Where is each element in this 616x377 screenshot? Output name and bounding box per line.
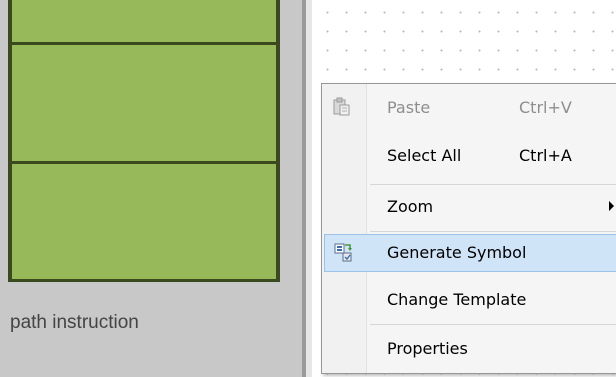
menu-item-label: Zoom bbox=[387, 197, 434, 216]
menu-item-shortcut: Ctrl+A bbox=[519, 146, 572, 165]
generate-symbol-icon bbox=[333, 241, 355, 263]
grid-line bbox=[12, 161, 276, 164]
menu-item-paste[interactable]: Paste Ctrl+V bbox=[324, 89, 616, 127]
menu-item-label: Select All bbox=[387, 146, 462, 165]
menu-item-label: Properties bbox=[387, 339, 468, 358]
menu-item-change-template[interactable]: Change Template bbox=[324, 281, 616, 319]
context-menu: Paste Ctrl+V Select All Ctrl+A Zoom Gene… bbox=[321, 83, 616, 374]
menu-item-shortcut: Ctrl+V bbox=[519, 98, 572, 117]
paste-icon bbox=[331, 96, 353, 118]
submenu-arrow-icon bbox=[609, 201, 614, 211]
menu-separator bbox=[370, 231, 616, 232]
menu-separator bbox=[370, 324, 616, 325]
grid-line bbox=[12, 279, 276, 282]
block-caption: path instruction bbox=[10, 312, 139, 333]
menu-item-label: Paste bbox=[387, 98, 431, 117]
menu-separator bbox=[370, 184, 616, 185]
menu-item-label: Change Template bbox=[387, 290, 527, 309]
instruction-block[interactable] bbox=[8, 0, 280, 282]
menu-item-properties[interactable]: Properties bbox=[324, 330, 616, 368]
menu-item-zoom[interactable]: Zoom bbox=[324, 188, 616, 226]
design-canvas-left: path instruction bbox=[0, 0, 302, 377]
menu-item-label: Generate Symbol bbox=[387, 243, 527, 262]
menu-item-select-all[interactable]: Select All Ctrl+A bbox=[324, 137, 616, 175]
menu-item-generate-symbol[interactable]: Generate Symbol bbox=[324, 234, 616, 272]
grid-line bbox=[12, 42, 276, 45]
